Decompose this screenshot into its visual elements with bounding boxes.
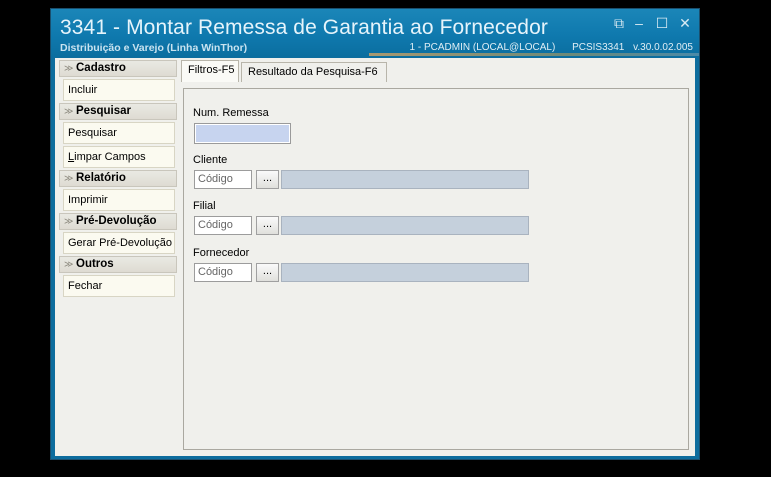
chevron-down-icon: ≫ [64, 106, 74, 116]
pesquisar-button[interactable]: Pesquisar [63, 122, 175, 144]
chevron-down-icon: ≫ [64, 216, 74, 226]
cliente-label: Cliente [193, 154, 228, 166]
limpar-campos-button[interactable]: Limpar Campos [63, 146, 175, 168]
fornecedor-label: Fornecedor [193, 247, 250, 259]
chevron-down-icon: ≫ [64, 63, 74, 73]
title-bar: 3341 - Montar Remessa de Garantia ao For… [51, 9, 699, 57]
filial-label: Filial [193, 200, 216, 212]
group-header-relatorio[interactable]: ≫ Relatório [59, 170, 177, 187]
tab-filtros[interactable]: Filtros-F5 [181, 60, 239, 82]
group-title: Pesquisar [76, 105, 131, 117]
session-info: 1 - PCADMIN (LOCAL@LOCAL) PCSIS3341 v.30… [396, 42, 693, 53]
user-info: 1 - PCADMIN (LOCAL@LOCAL) [409, 42, 556, 53]
close-icon[interactable]: ✕ [677, 15, 693, 31]
cliente-lookup-button[interactable]: ... [256, 170, 279, 189]
main-panel: Filtros-F5 Resultado da Pesquisa-F6 Num.… [181, 60, 692, 452]
main-window: 3341 - Montar Remessa de Garantia ao For… [50, 8, 700, 460]
imprimir-button[interactable]: Imprimir [63, 189, 175, 211]
gerar-pre-devolucao-button[interactable]: Gerar Pré-Devolução [63, 232, 175, 254]
sidebar-group-cadastro: ≫ Cadastro Incluir [59, 60, 177, 101]
title-accent-line [369, 53, 699, 56]
tab-resultado[interactable]: Resultado da Pesquisa-F6 [241, 62, 387, 82]
sidebar-group-outros: ≫ Outros Fechar [59, 256, 177, 297]
program-code: PCSIS3341 [572, 42, 625, 53]
sidebar-group-relatorio: ≫ Relatório Imprimir [59, 170, 177, 211]
group-title: Pré-Devolução [76, 215, 157, 227]
client-area: ≫ Cadastro Incluir ≫ Pesquisar Pesquisar L… [55, 58, 695, 456]
fornecedor-description-field [281, 263, 529, 282]
chevron-down-icon: ≫ [64, 173, 74, 183]
restore-icon[interactable]: ⧉ [611, 15, 627, 31]
num-remessa-input[interactable] [194, 123, 291, 144]
group-header-outros[interactable]: ≫ Outros [59, 256, 177, 273]
cliente-codigo-input[interactable]: Código [194, 170, 252, 189]
sidebar-group-pesquisar: ≫ Pesquisar Pesquisar Limpar Campos [59, 103, 177, 168]
minimize-icon[interactable]: – [631, 15, 647, 31]
window-subtitle: Distribuição e Varejo (Linha WinThor) [60, 42, 248, 54]
sidebar: ≫ Cadastro Incluir ≫ Pesquisar Pesquisar L… [59, 60, 177, 299]
group-header-cadastro[interactable]: ≫ Cadastro [59, 60, 177, 77]
chevron-down-icon: ≫ [64, 259, 74, 269]
filial-lookup-button[interactable]: ... [256, 216, 279, 235]
fornecedor-lookup-button[interactable]: ... [256, 263, 279, 282]
cliente-description-field [281, 170, 529, 189]
group-title: Outros [76, 258, 114, 270]
filial-codigo-input[interactable]: Código [194, 216, 252, 235]
num-remessa-label: Num. Remessa [193, 107, 269, 119]
filial-description-field [281, 216, 529, 235]
fornecedor-codigo-input[interactable]: Código [194, 263, 252, 282]
window-title: 3341 - Montar Remessa de Garantia ao For… [60, 16, 548, 39]
filters-panel: Num. Remessa Cliente Código ... Filial C… [183, 88, 689, 450]
incluir-button[interactable]: Incluir [63, 79, 175, 101]
version-info: v.30.0.02.005 [633, 42, 693, 53]
group-header-pesquisar[interactable]: ≫ Pesquisar [59, 103, 177, 120]
sidebar-group-pre-devolucao: ≫ Pré-Devolução Gerar Pré-Devolução [59, 213, 177, 254]
group-title: Cadastro [76, 62, 126, 74]
group-title: Relatório [76, 172, 126, 184]
fechar-button[interactable]: Fechar [63, 275, 175, 297]
button-label: impar Campos [74, 151, 146, 163]
group-header-pre-devolucao[interactable]: ≫ Pré-Devolução [59, 213, 177, 230]
maximize-icon[interactable]: ☐ [654, 15, 670, 31]
